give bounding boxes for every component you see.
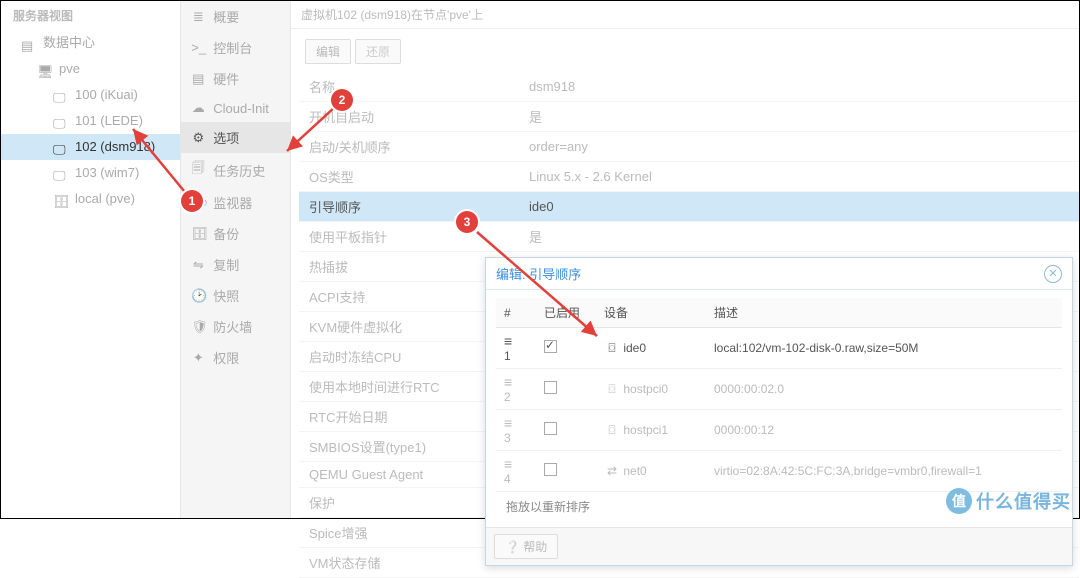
help-button[interactable]: ❔ 帮助	[494, 534, 558, 559]
tab-快照[interactable]: 🕑 快照	[181, 280, 290, 311]
revert-button[interactable]: 还原	[355, 39, 401, 64]
option-value: 是	[519, 102, 1079, 132]
tab-label: 防火墙	[213, 317, 252, 336]
tab-复制[interactable]: ⇋ 复制	[181, 249, 290, 280]
drag-handle-icon[interactable]	[504, 415, 518, 431]
drag-handle-icon[interactable]	[504, 456, 518, 472]
option-row[interactable]: 引导顺序ide0	[299, 192, 1079, 222]
option-value: order=any	[519, 132, 1079, 162]
datacenter-label: 数据中心	[43, 33, 95, 53]
device-desc: 0000:00:02.0	[706, 369, 1062, 410]
node-label: pve	[59, 59, 80, 79]
device-desc: local:102/vm-102-disk-0.raw,size=50M	[706, 328, 1062, 369]
tab-label: Cloud-Init	[213, 101, 269, 116]
annotation-1: 1	[181, 190, 203, 212]
tab-label: 选项	[213, 128, 239, 147]
device-icon: ⌼	[604, 382, 620, 397]
tab-label: 控制台	[213, 38, 252, 57]
drag-handle-icon[interactable]	[504, 374, 518, 390]
tree-header: 服务器视图	[1, 3, 180, 30]
enable-checkbox[interactable]	[544, 381, 557, 394]
col-device: 设备	[596, 298, 706, 328]
tab-概要[interactable]: ≣ 概要	[181, 1, 290, 32]
datacenter-icon: ▤	[21, 36, 37, 50]
tab-label: 任务历史	[213, 161, 265, 180]
enable-checkbox[interactable]	[544, 463, 557, 476]
tab-label: 硬件	[213, 69, 239, 88]
node-datacenter[interactable]: ▤ 数据中心	[1, 30, 180, 56]
option-value: Linux 5.x - 2.6 Kernel	[519, 162, 1079, 192]
tab-icon: 🕑	[191, 288, 205, 304]
watermark-text: 什么值得买	[976, 488, 1071, 514]
option-row[interactable]: 名称dsm918	[299, 72, 1079, 102]
storage-icon: 🗄	[53, 192, 69, 206]
vm-100[interactable]: 🖵 100 (iKuai)	[1, 82, 180, 108]
vm-icon: 🖵	[53, 114, 69, 128]
tab-硬件[interactable]: ▤ 硬件	[181, 63, 290, 94]
options-toolbar: 编辑 还原	[291, 29, 1079, 72]
enable-checkbox[interactable]	[544, 422, 557, 435]
edit-button[interactable]: 编辑	[305, 39, 351, 64]
tab-label: 监视器	[213, 193, 252, 212]
option-value: ide0	[519, 192, 1079, 222]
vm-icon: 🖵	[53, 166, 69, 180]
tab-备份[interactable]: 🗄 备份	[181, 218, 290, 249]
tab-icon: 🛡	[191, 319, 205, 335]
device-name: hostpci0	[623, 382, 668, 396]
device-name: hostpci1	[623, 423, 668, 437]
option-row[interactable]: 开机自启动是	[299, 102, 1079, 132]
option-value: dsm918	[519, 72, 1079, 102]
option-row[interactable]: 启动/关机顺序order=any	[299, 132, 1079, 162]
vm-icon: 🖵	[53, 88, 69, 102]
tab-icon: ▤	[191, 71, 205, 87]
boot-index: 2	[504, 390, 511, 404]
vm-icon: 🖵	[53, 140, 69, 154]
watermark-icon: 值	[946, 488, 972, 514]
tab-label: 快照	[213, 286, 239, 305]
boot-row[interactable]: 2 ⌼ hostpci0 0000:00:02.0	[496, 369, 1062, 410]
annotation-3: 3	[456, 211, 478, 233]
tab-权限[interactable]: ✦ 权限	[181, 342, 290, 373]
tab-label: 复制	[213, 255, 239, 274]
tab-icon: ≣	[191, 9, 205, 25]
tab-icon: 🗄	[191, 226, 205, 242]
watermark: 值 什么值得买	[938, 486, 1079, 516]
boot-row[interactable]: 3 ⌼ hostpci1 0000:00:12	[496, 410, 1062, 451]
tab-icon: ⇋	[191, 257, 205, 273]
device-name: ide0	[623, 341, 646, 355]
device-icon: ⌼	[604, 423, 620, 438]
boot-index: 1	[504, 349, 511, 363]
annotation-2: 2	[331, 89, 353, 111]
device-name: net0	[623, 464, 646, 478]
server-icon: 🖥	[37, 62, 53, 76]
option-key: 引导顺序	[299, 192, 519, 222]
tab-防火墙[interactable]: 🛡 防火墙	[181, 311, 290, 342]
device-desc: 0000:00:12	[706, 410, 1062, 451]
tab-label: 备份	[213, 224, 239, 243]
tab-icon: ✦	[191, 350, 205, 366]
device-icon: ⇄	[604, 464, 620, 478]
col-desc: 描述	[706, 298, 1062, 328]
tab-label: 概要	[213, 7, 239, 26]
option-key: OS类型	[299, 162, 519, 192]
breadcrumb: 虚拟机102 (dsm918)在节点'pve'上	[291, 1, 1079, 29]
vm-subnav: ≣概要>_控制台▤硬件☁Cloud-Init⚙选项🗐任务历史👁监视器🗄备份⇋复制…	[181, 1, 291, 518]
tab-控制台[interactable]: >_ 控制台	[181, 32, 290, 63]
tab-icon: >_	[191, 40, 205, 55]
node-pve[interactable]: 🖥 pve	[1, 56, 180, 82]
server-tree: 服务器视图 ▤ 数据中心 🖥 pve 🖵100 (iKuai)🖵101 (LED…	[1, 1, 181, 518]
tab-Cloud-Init[interactable]: ☁ Cloud-Init	[181, 94, 290, 122]
boot-index: 4	[504, 472, 511, 486]
tab-label: 权限	[213, 348, 239, 367]
boot-index: 3	[504, 431, 511, 445]
close-icon[interactable]: ✕	[1044, 265, 1062, 283]
vm-label: 100 (iKuai)	[75, 85, 138, 105]
tab-icon: ☁	[191, 100, 205, 116]
option-row[interactable]: OS类型Linux 5.x - 2.6 Kernel	[299, 162, 1079, 192]
option-row[interactable]: 使用平板指针是	[299, 222, 1079, 252]
